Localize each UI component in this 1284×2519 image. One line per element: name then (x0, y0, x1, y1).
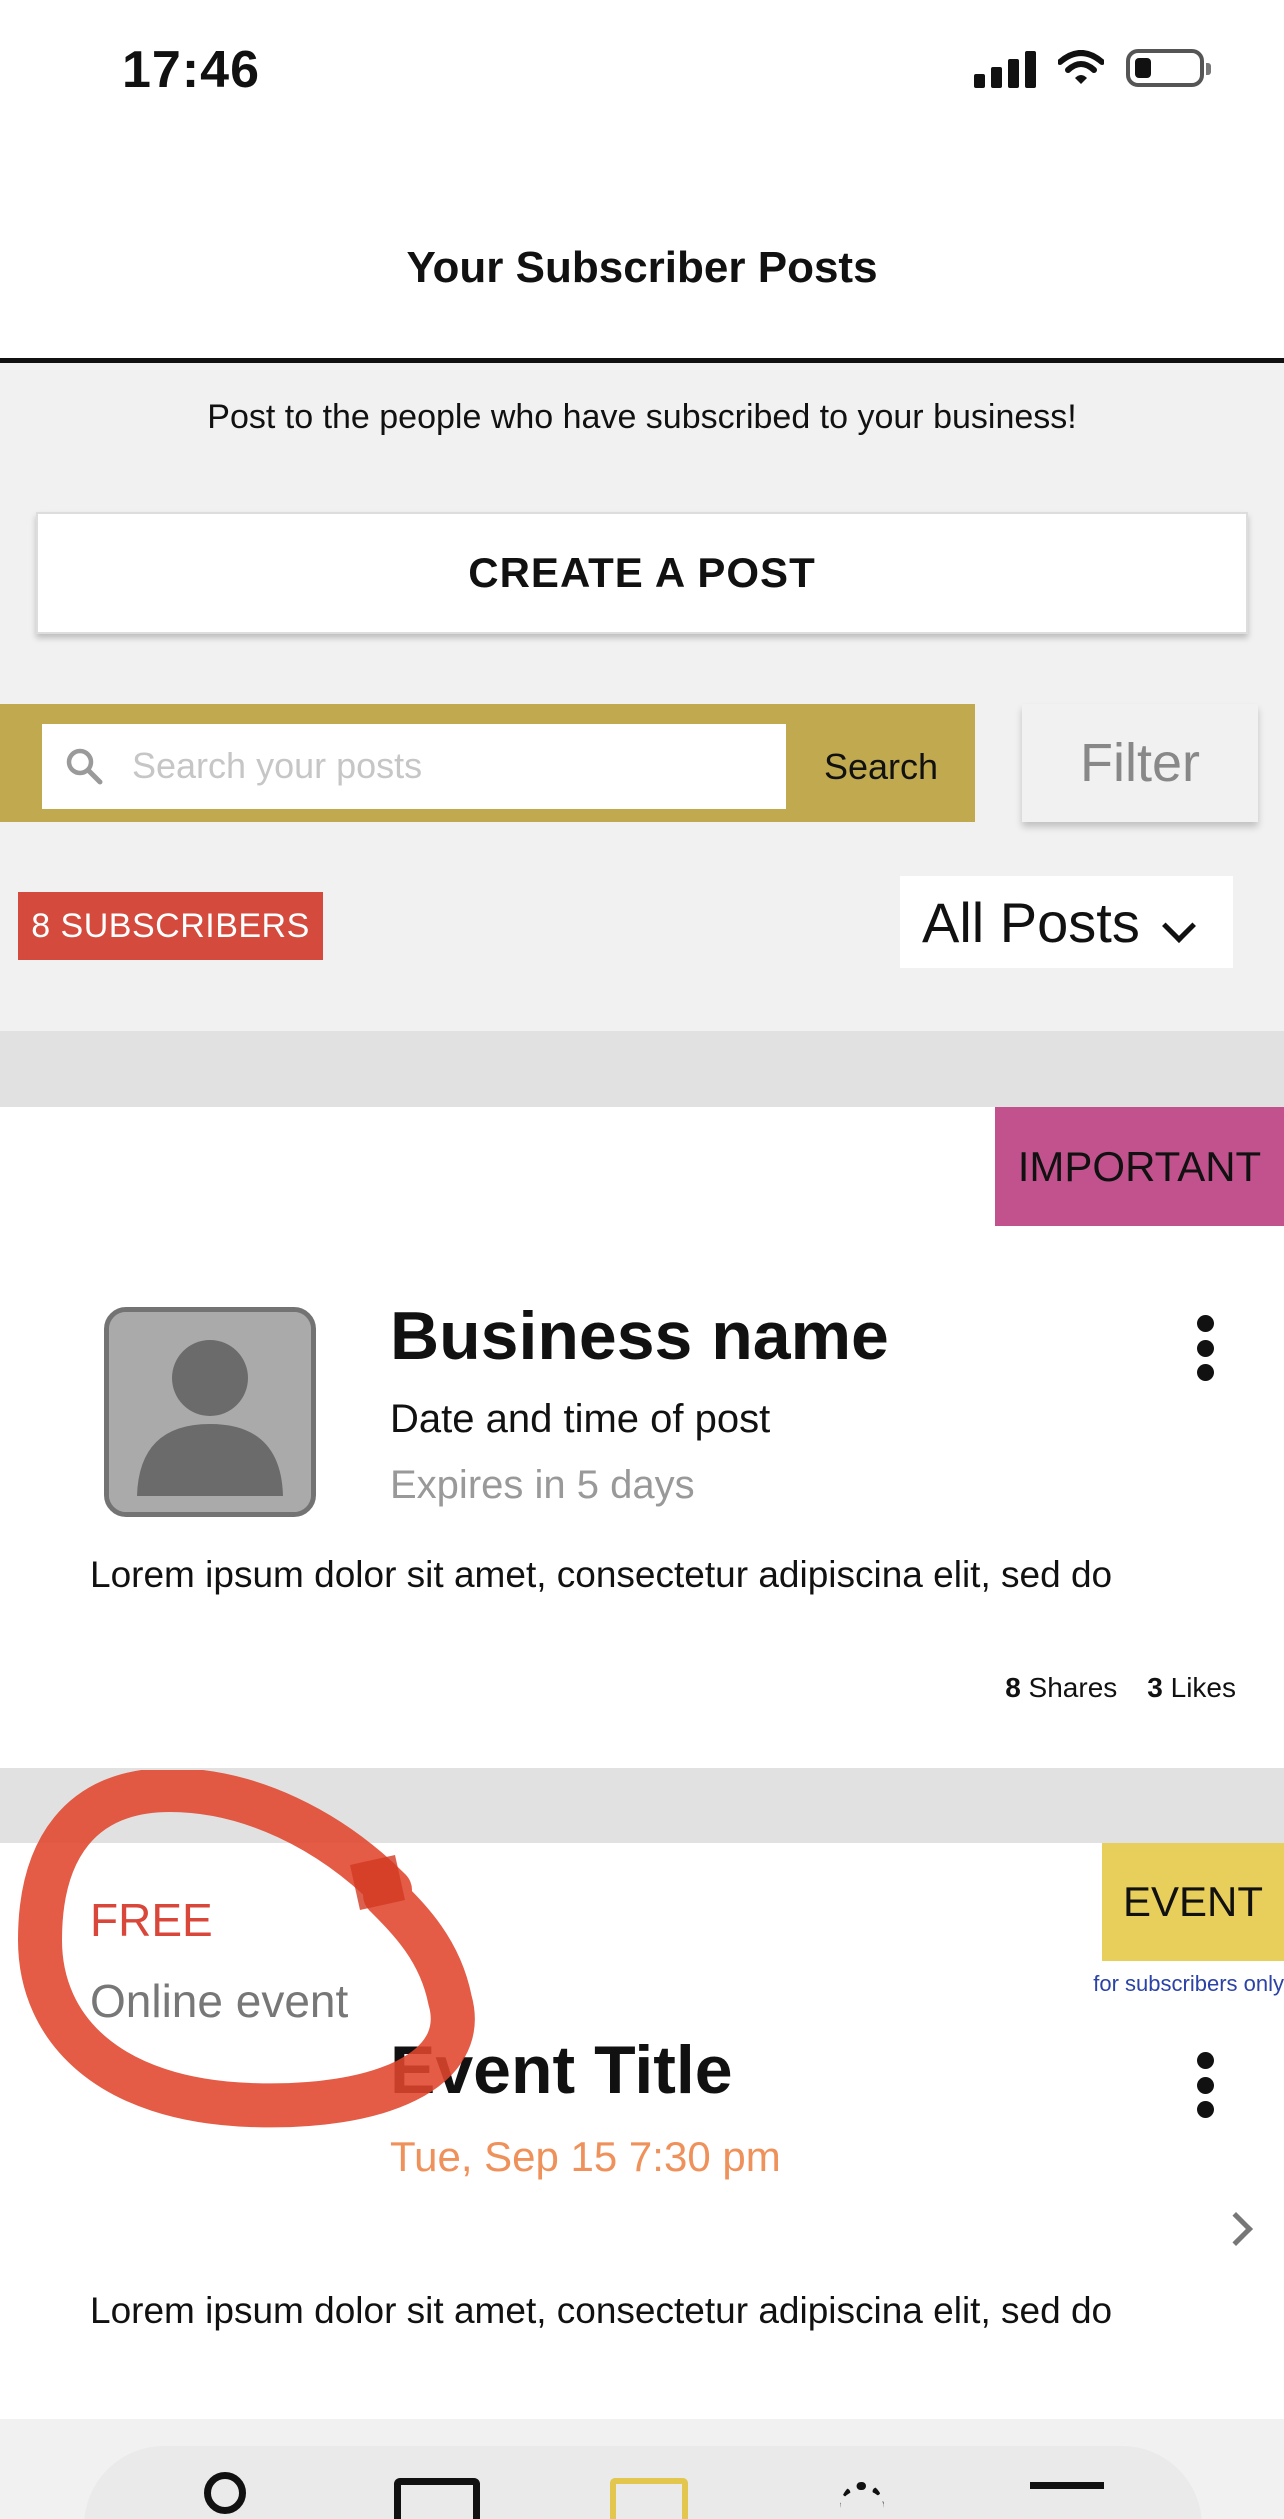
wifi-icon (1058, 50, 1104, 84)
likes-label: Likes (1170, 1672, 1236, 1703)
page-header: Your Subscriber Posts (0, 150, 1284, 363)
posts-filter-value: All Posts (922, 890, 1140, 954)
likes-stat: 3 Likes (1147, 1672, 1236, 1704)
event-card[interactable]: EVENT for subscribers only FREE Online e… (0, 1843, 1284, 2419)
subscribers-badge[interactable]: 8 SUBSCRIBERS (18, 892, 323, 960)
event-title: Event Title (390, 2032, 733, 2108)
event-location: Online event (90, 1975, 349, 2027)
mail-icon[interactable] (388, 2468, 480, 2519)
business-name: Business name (390, 1298, 889, 1374)
more-options-icon[interactable] (1190, 2052, 1220, 2118)
post-expiry: Expires in 5 days (390, 1463, 695, 1507)
likes-count: 3 (1147, 1672, 1163, 1703)
post-stats: 8 Shares 3 Likes (1005, 1672, 1236, 1704)
search-input[interactable] (132, 734, 762, 798)
shares-label: Shares (1028, 1672, 1118, 1703)
search-field[interactable] (42, 724, 786, 809)
avatar (104, 1307, 316, 1517)
section-divider (0, 1031, 1284, 1107)
profile-icon[interactable] (176, 2468, 266, 2519)
intro-text: Post to the people who have subscribed t… (207, 398, 1077, 436)
more-options-icon[interactable] (1190, 1315, 1220, 1381)
user-placeholder-icon (109, 1312, 311, 1512)
shares-stat: 8 Shares (1005, 1672, 1117, 1704)
event-body: Lorem ipsum dolor sit amet, consectetur … (90, 2290, 1113, 2331)
search-bar: Search (0, 704, 975, 822)
ideas-icon[interactable] (820, 2468, 910, 2519)
chevron-right-icon[interactable] (1219, 2212, 1253, 2246)
page-title: Your Subscriber Posts (406, 243, 878, 292)
chevron-down-icon (1162, 909, 1196, 943)
filter-button[interactable]: Filter (1022, 704, 1258, 822)
signal-icon (974, 48, 1036, 88)
shares-count: 8 (1005, 1672, 1021, 1703)
post-body: Lorem ipsum dolor sit amet, consectetur … (90, 1554, 1113, 1595)
battery-icon (1126, 49, 1211, 87)
menu-icon[interactable] (1024, 2468, 1114, 2519)
important-tag: IMPORTANT (995, 1107, 1284, 1226)
create-post-button[interactable]: CREATE A POST (36, 512, 1248, 634)
posts-icon[interactable] (604, 2468, 694, 2519)
event-price: FREE (90, 1894, 213, 1946)
section-divider (0, 1768, 1284, 1844)
bottom-nav (84, 2446, 1202, 2519)
event-tag: EVENT (1102, 1843, 1284, 1961)
status-bar: 17:46 (0, 0, 1284, 150)
status-time: 17:46 (122, 41, 260, 99)
event-tag-note: for subscribers only (1093, 1971, 1284, 1996)
status-icons (974, 48, 1211, 88)
event-date: Tue, Sep 15 7:30 pm (390, 2133, 781, 2180)
post-card[interactable]: IMPORTANT Business name Date and time of… (0, 1107, 1284, 1768)
search-button[interactable]: Search (800, 724, 962, 809)
post-date: Date and time of post (390, 1397, 771, 1441)
search-icon (66, 748, 103, 785)
posts-filter-select[interactable]: All Posts (900, 876, 1233, 968)
